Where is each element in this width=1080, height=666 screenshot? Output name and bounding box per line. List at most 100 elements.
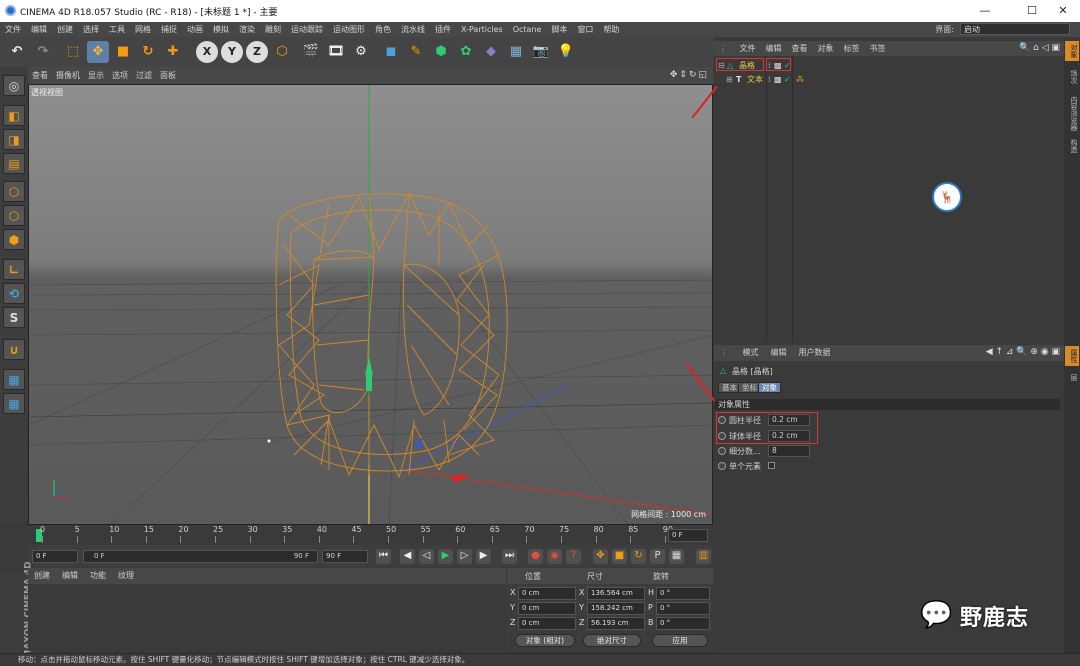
om-menu-objects[interactable]: 对象 [813, 41, 839, 56]
side-tab-objects[interactable]: 对象 [1065, 41, 1079, 61]
key-parameter-icon[interactable]: P [650, 549, 665, 564]
animate-radio-icon[interactable] [718, 447, 726, 455]
material-menu-texture[interactable]: 纹理 [112, 568, 140, 584]
menu-motion-tracking[interactable]: 运动跟踪 [286, 22, 328, 37]
key-rotation-icon[interactable]: ↻ [631, 549, 646, 564]
menu-window[interactable]: 窗口 [572, 22, 598, 37]
am-menu-mode[interactable]: 模式 [737, 345, 765, 361]
tab-object[interactable]: 对象 [758, 382, 781, 393]
cloner-icon[interactable]: ✿ [455, 41, 477, 63]
magnet-icon[interactable]: ∪ [3, 339, 25, 360]
polygons-mode-icon[interactable]: ⬢ [3, 229, 25, 250]
perspective-viewport[interactable]: 透视视图 网格间距 : 1000 cm [28, 84, 713, 525]
layout-select[interactable]: 启动 [960, 23, 1070, 35]
cube-icon[interactable]: ◼ [380, 41, 402, 63]
planar-workplane-icon[interactable]: ▦ [3, 393, 25, 414]
undo-icon[interactable]: ↶ [6, 41, 28, 63]
timeline-window-icon[interactable]: ▥ [696, 549, 711, 564]
render-picture-viewer-icon[interactable]: 🎞 [325, 41, 347, 63]
object-row-text[interactable]: ⊞ T 文本 ⁞ ▩ ✓ ⁂ [714, 73, 1064, 86]
menu-sculpt[interactable]: 雕刻 [260, 22, 286, 37]
viewport-menu-display[interactable]: 显示 [84, 67, 108, 84]
start-frame-field[interactable]: 0 F [32, 550, 78, 563]
coordinate-system-icon[interactable]: ⬡ [271, 41, 293, 63]
go-to-start-icon[interactable]: ⏮ [376, 549, 391, 564]
render-dots-icon[interactable]: ▩ [774, 73, 782, 86]
next-key-icon[interactable]: ▶ [476, 549, 491, 564]
rotation-b-field[interactable]: 0 ° [656, 617, 710, 630]
minimize-button[interactable]: — [968, 2, 1002, 20]
side-tab-attributes[interactable]: 属性 [1065, 346, 1079, 366]
close-button[interactable]: ✕ [1046, 2, 1080, 20]
om-menu-view[interactable]: 查看 [787, 41, 813, 56]
render-settings-icon[interactable]: ⚙ [350, 41, 372, 63]
tag-icon[interactable]: ⁂ [796, 73, 804, 86]
size-mode-dropdown[interactable]: 绝对尺寸 [583, 634, 641, 647]
menu-simulate[interactable]: 模拟 [208, 22, 234, 37]
menu-edit[interactable]: 编辑 [26, 22, 52, 37]
menu-script[interactable]: 脚本 [546, 22, 572, 37]
object-manager-list[interactable]: ⊟ △ 晶格 ⁞ ▩ ✓ ⊞ T 文本 ⁞ ▩ ✓ ⁂ 🦌 [714, 56, 1064, 342]
menu-plugins[interactable]: 插件 [430, 22, 456, 37]
rotation-h-field[interactable]: 0 ° [656, 587, 710, 600]
position-y-field[interactable]: 0 cm [518, 602, 576, 615]
animate-radio-icon[interactable] [718, 462, 726, 470]
key-pla-icon[interactable]: ▦ [669, 549, 684, 564]
om-menu-bookmarks[interactable]: 书签 [865, 41, 891, 56]
menu-pipeline[interactable]: 流水线 [396, 22, 430, 37]
autokey-icon[interactable]: ◉ [547, 549, 562, 564]
workplane-lock-icon[interactable]: ▦ [3, 369, 25, 390]
am-menu-edit[interactable]: 编辑 [765, 345, 793, 361]
recent-tool-icon[interactable]: ✚ [162, 41, 184, 63]
viewport-menu-camera[interactable]: 摄像机 [52, 67, 84, 84]
viewport-nav-icons[interactable]: ✥⇕↻◱ [670, 70, 709, 80]
menu-mesh[interactable]: 网格 [130, 22, 156, 37]
om-menu-tags[interactable]: 标签 [839, 41, 865, 56]
om-menu-edit[interactable]: 编辑 [761, 41, 787, 56]
key-scale-icon[interactable]: ■ [612, 549, 627, 564]
menu-snap[interactable]: 捕捉 [156, 22, 182, 37]
visibility-dots-icon[interactable]: ⁞ [768, 73, 771, 86]
z-axis-lock-icon[interactable]: Z [246, 41, 268, 63]
redo-icon[interactable]: ↷ [32, 41, 54, 63]
subdivision-icon[interactable]: ⬢ [430, 41, 452, 63]
am-nav-icons[interactable]: ◀ ↑ ⊿ 🔍 ⊕ ◉ ▣ [986, 347, 1060, 357]
material-menu-function[interactable]: 功能 [84, 568, 112, 584]
menu-create[interactable]: 创建 [52, 22, 78, 37]
single-element-checkbox[interactable] [767, 462, 775, 469]
rotation-p-field[interactable]: 0 ° [656, 602, 710, 615]
am-menu-user-data[interactable]: 用户数据 [793, 345, 837, 361]
panel-grip-icon[interactable]: ⋮ [714, 41, 732, 56]
light-icon[interactable]: 💡 [555, 41, 577, 63]
snap-icon[interactable]: S [3, 307, 25, 328]
current-frame-field[interactable]: 0 F [668, 529, 708, 542]
menu-help[interactable]: 帮助 [598, 22, 624, 37]
position-x-field[interactable]: 0 cm [518, 587, 576, 600]
x-axis-lock-icon[interactable]: X [196, 41, 218, 63]
viewport-menu-options[interactable]: 选项 [108, 67, 132, 84]
side-tab-layers[interactable]: 层 [1065, 371, 1079, 384]
menu-character[interactable]: 角色 [370, 22, 396, 37]
live-select-icon[interactable]: ⬚ [62, 41, 84, 63]
move-icon[interactable]: ✥ [87, 41, 109, 63]
size-y-field[interactable]: 158.242 cm [587, 602, 645, 615]
axis-mode-icon[interactable]: ∟ [3, 259, 25, 280]
menu-x-particles[interactable]: X-Particles [456, 22, 508, 37]
material-menu-create[interactable]: 创建 [28, 568, 56, 584]
render-view-icon[interactable]: 🎬 [300, 41, 322, 63]
key-position-icon[interactable]: ✥ [593, 549, 608, 564]
edges-mode-icon[interactable]: ⬡ [3, 205, 25, 226]
menu-animate[interactable]: 动画 [182, 22, 208, 37]
pen-icon[interactable]: ✎ [405, 41, 427, 63]
workplane-icon[interactable]: ▤ [3, 153, 25, 174]
position-z-field[interactable]: 0 cm [518, 617, 576, 630]
record-keys-icon[interactable]: ● [528, 549, 543, 564]
side-tab-content-browser[interactable]: 内容浏览器 [1065, 93, 1079, 134]
menu-octane[interactable]: Octane [508, 22, 547, 37]
om-menu-file[interactable]: 文件 [735, 41, 761, 56]
scale-icon[interactable]: ■ [112, 41, 134, 63]
viewport-menu-view[interactable]: 查看 [28, 67, 52, 84]
texture-mode-icon[interactable]: ◨ [3, 129, 25, 150]
timeline-ruler[interactable]: 051015202530354045505560657075808590 0 F [28, 525, 713, 545]
size-x-field[interactable]: 136.564 cm [587, 587, 645, 600]
